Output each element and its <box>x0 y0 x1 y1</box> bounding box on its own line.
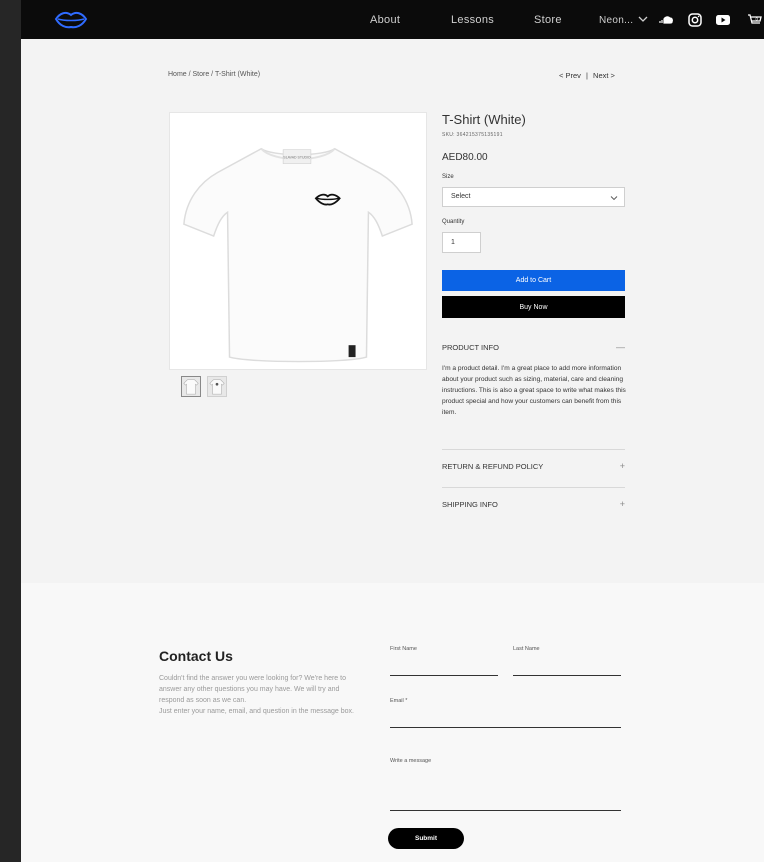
accordion-return-policy[interactable]: RETURN & REFUND POLICY + <box>442 461 625 471</box>
collapse-icon: — <box>616 342 625 352</box>
product-image[interactable]: SLAVAD STUDIO <box>169 112 427 370</box>
prev-link[interactable]: < Prev <box>559 71 581 80</box>
site-header: About Lessons Store Neon... 0 <box>21 0 764 39</box>
pager: < Prev | Next > <box>559 71 615 80</box>
accordion-title: PRODUCT INFO <box>442 343 499 352</box>
accordion-title: SHIPPING INFO <box>442 500 498 509</box>
nav-store[interactable]: Store <box>534 14 562 26</box>
thumbnail-1[interactable] <box>181 376 201 397</box>
first-name-field[interactable] <box>390 675 498 676</box>
product-sku: SKU: 364215375135191 <box>442 132 503 138</box>
accordion-shipping-info[interactable]: SHIPPING INFO + <box>442 499 625 509</box>
buy-now-button[interactable]: Buy Now <box>442 296 625 318</box>
chevron-down-icon[interactable] <box>638 14 648 24</box>
instagram-icon[interactable] <box>687 12 703 28</box>
breadcrumb[interactable]: Home / Store / T-Shirt (White) <box>168 71 260 78</box>
last-name-label: Last Name <box>513 646 540 652</box>
thumbnail-2[interactable] <box>207 376 227 397</box>
divider <box>442 449 625 450</box>
nav-about[interactable]: About <box>370 14 400 26</box>
tshirt-image: SLAVAD STUDIO <box>183 147 413 363</box>
left-gutter <box>0 0 21 862</box>
expand-icon: + <box>619 461 625 471</box>
nav-more[interactable]: Neon... <box>599 15 633 26</box>
soundcloud-icon[interactable] <box>658 12 674 28</box>
product-price: AED80.00 <box>442 152 488 163</box>
email-field[interactable] <box>390 727 621 728</box>
first-name-label: First Name <box>390 646 417 652</box>
chevron-down-icon <box>610 196 618 201</box>
divider <box>442 487 625 488</box>
product-info-text: I'm a product detail. I'm a great place … <box>442 365 626 416</box>
cart-icon[interactable]: 0 <box>747 12 763 28</box>
message-field[interactable] <box>390 810 621 811</box>
expand-icon: + <box>619 499 625 509</box>
next-link[interactable]: Next > <box>593 71 615 80</box>
contact-title: Contact Us <box>159 648 233 664</box>
email-label: Email * <box>390 698 408 704</box>
quantity-label: Quantity <box>442 219 465 225</box>
lips-logo-icon[interactable] <box>54 9 88 30</box>
product-title: T-Shirt (White) <box>442 112 526 127</box>
accordion-product-info[interactable]: PRODUCT INFO — <box>442 342 625 352</box>
shirt-tag-text: SLAVAD STUDIO <box>283 156 311 160</box>
accordion-title: RETURN & REFUND POLICY <box>442 462 544 471</box>
size-label: Size <box>442 174 454 180</box>
contact-description: Couldn't find the answer you were lookin… <box>159 675 354 715</box>
add-to-cart-button[interactable]: Add to Cart <box>442 270 625 291</box>
message-label: Write a message <box>390 758 432 764</box>
page: About Lessons Store Neon... 0 Home / Sto… <box>21 0 764 862</box>
size-select-value: Select <box>451 193 471 200</box>
submit-button[interactable]: Submit <box>388 828 464 849</box>
nav-lessons[interactable]: Lessons <box>451 14 494 26</box>
quantity-input[interactable]: 1 <box>442 232 481 253</box>
pager-separator: | <box>585 71 588 80</box>
contact-section: Contact Us Couldn't find the answer you … <box>21 583 764 862</box>
size-select[interactable]: Select <box>442 187 625 207</box>
youtube-icon[interactable] <box>715 12 731 28</box>
last-name-field[interactable] <box>513 675 621 676</box>
